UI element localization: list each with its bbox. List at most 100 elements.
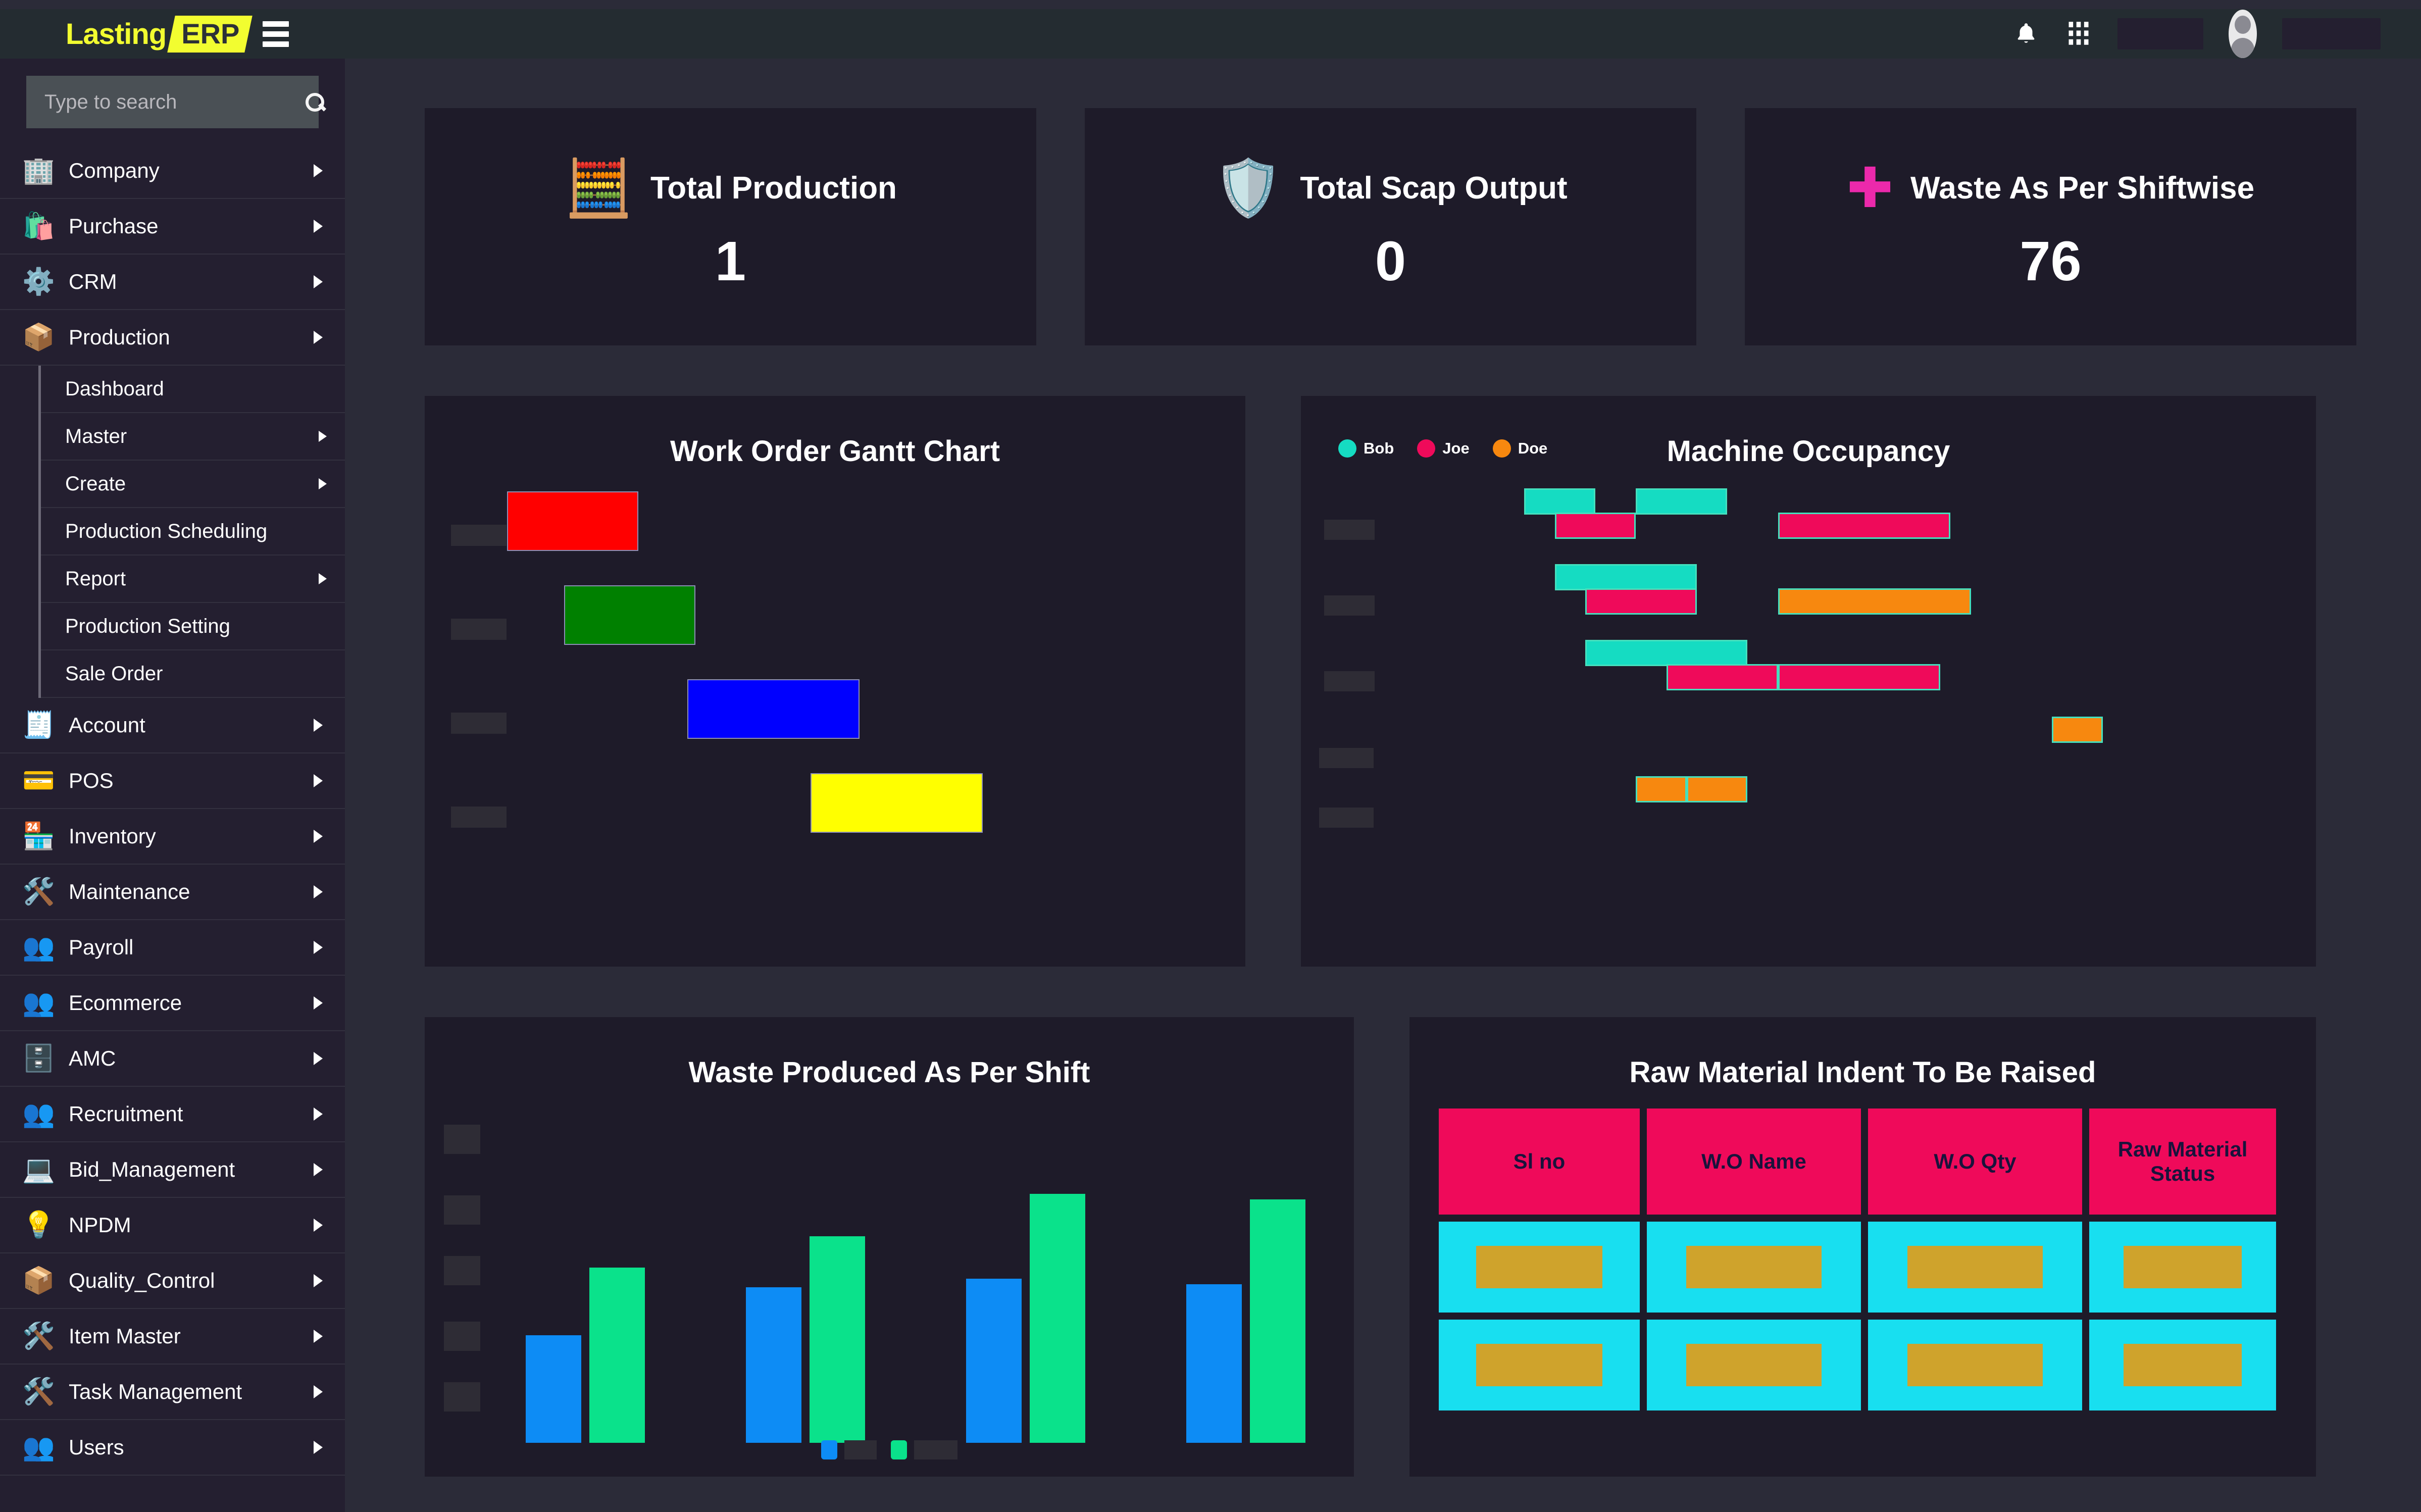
kpi-card-total-production[interactable]: 🧮 Total Production 1 [425, 108, 1036, 345]
kpi-value: 0 [1375, 230, 1406, 292]
submenu-item-dashboard[interactable]: Dashboard [41, 366, 345, 413]
waste-bar[interactable] [966, 1279, 1022, 1443]
sidebar-item-payroll[interactable]: 👥 Payroll [0, 920, 345, 976]
production-icon: 📦 [22, 323, 55, 352]
app-logo[interactable]: Lasting ERP [66, 15, 253, 53]
submenu-item-production-setting[interactable]: Production Setting [41, 603, 345, 650]
table-cell [2089, 1320, 2276, 1410]
quality-control-icon: 📦 [22, 1266, 55, 1295]
occupancy-bar[interactable] [1666, 664, 1778, 690]
gantt-bar[interactable] [507, 491, 638, 551]
submenu-item-label: Production Scheduling [65, 520, 268, 542]
sidebar-item-production[interactable]: 📦 Production [0, 310, 345, 366]
submenu-item-master[interactable]: Master [41, 413, 345, 461]
waste-bar[interactable] [589, 1267, 645, 1443]
search-box[interactable] [26, 76, 324, 128]
gantt-bar[interactable] [564, 585, 696, 645]
kpi-header: 🧮 Total Production [564, 160, 897, 216]
submenu-item-label: Create [65, 472, 126, 495]
submenu-item-create[interactable]: Create [41, 461, 345, 508]
sidebar-item-inventory[interactable]: 🏪 Inventory [0, 809, 345, 865]
chevron-right-icon [314, 1107, 323, 1121]
kpi-card-total-scap-output[interactable]: 🛡️ Total Scap Output 0 [1085, 108, 1696, 345]
sidebar-item-task-management[interactable]: 🛠️ Task Management [0, 1365, 345, 1420]
legend-item-doe[interactable]: Doe [1492, 439, 1548, 458]
waste-legend-item[interactable] [821, 1440, 877, 1459]
sidebar-item-label: Company [69, 159, 160, 182]
sidebar-item-purchase[interactable]: 🛍️ Purchase [0, 199, 345, 255]
sidebar-item-pos[interactable]: 💳 POS [0, 753, 345, 809]
legend-label: Doe [1518, 439, 1548, 457]
occupancy-bar[interactable] [1554, 513, 1636, 539]
submenu-item-sale-order[interactable]: Sale Order [41, 650, 345, 698]
sidebar-item-item-master[interactable]: 🛠️ Item Master [0, 1309, 345, 1365]
occupancy-bar[interactable] [2052, 717, 2103, 743]
waste-axis-tick-redacted [444, 1382, 480, 1412]
waste-bar[interactable] [810, 1236, 865, 1443]
kpi-title: Total Production [650, 171, 897, 206]
occupancy-bar[interactable] [1686, 776, 1748, 802]
submenu-item-label: Dashboard [65, 377, 164, 400]
gantt-bar[interactable] [687, 679, 860, 739]
table-cell-redacted-value [2124, 1245, 2242, 1289]
sidebar-menu: 🏢 Company 🛍️ Purchase ⚙️ CRM 📦 Production Dashbo… [0, 143, 345, 1476]
raw-material-indent-panel: Raw Material Indent To Be Raised Sl no W.… [1409, 1017, 2316, 1477]
kpi-card-waste-as-per-shiftwise[interactable]: ✚ Waste As Per Shiftwise 76 [1745, 108, 2356, 345]
sidebar-item-quality-control[interactable]: 📦 Quality_Control [0, 1253, 345, 1309]
occupancy-bar[interactable] [1524, 488, 1595, 515]
avatar[interactable] [2229, 10, 2257, 58]
submenu-item-production-scheduling[interactable]: Production Scheduling [41, 508, 345, 556]
sidebar-item-users[interactable]: 👥 Users [0, 1420, 345, 1476]
waste-legend-item[interactable] [891, 1440, 957, 1459]
table-row[interactable] [1439, 1320, 2287, 1410]
waste-as-per-shiftwise-icon: ✚ [1846, 157, 1894, 219]
occupancy-bar[interactable] [1585, 640, 1748, 666]
chevron-right-icon [314, 996, 323, 1010]
submenu-item-label: Sale Order [65, 662, 163, 685]
occupancy-bar[interactable] [1554, 564, 1697, 590]
kpi-card-row: 🧮 Total Production 1 🛡️ Total Scap Output 0 ✚ W… [345, 59, 2421, 345]
occupancy-bar[interactable] [1636, 488, 1728, 515]
waste-bar[interactable] [1030, 1194, 1085, 1443]
company-icon: 🏢 [22, 156, 55, 185]
legend-label: Bob [1364, 439, 1394, 457]
occupancy-bar[interactable] [1778, 513, 1951, 539]
legend-item-bob[interactable]: Bob [1338, 439, 1394, 458]
occupancy-bar[interactable] [1636, 776, 1687, 802]
table-cell [1868, 1222, 2082, 1313]
waste-bar[interactable] [1250, 1199, 1305, 1443]
bell-icon[interactable] [2012, 20, 2040, 47]
hamburger-menu-icon[interactable] [263, 21, 289, 47]
sidebar-item-label: Production [69, 325, 170, 349]
sidebar-item-bid-management[interactable]: 💻 Bid_Management [0, 1142, 345, 1198]
occupancy-bar[interactable] [1778, 588, 1971, 615]
gantt-row-label-redacted [451, 619, 507, 640]
search-input[interactable] [26, 90, 305, 114]
sidebar-item-npdm[interactable]: 💡 NPDM [0, 1198, 345, 1253]
sidebar-item-recruitment[interactable]: 👥 Recruitment [0, 1087, 345, 1142]
waste-bar[interactable] [1186, 1284, 1242, 1443]
crm-icon: ⚙️ [22, 267, 55, 296]
legend-item-joe[interactable]: Joe [1417, 439, 1470, 458]
grid-icon[interactable] [2065, 20, 2092, 47]
sidebar-item-crm[interactable]: ⚙️ CRM [0, 255, 345, 310]
sidebar-item-company[interactable]: 🏢 Company [0, 143, 345, 199]
sidebar-item-amc[interactable]: 🗄️ AMC [0, 1031, 345, 1087]
occupancy-bar[interactable] [1778, 664, 1941, 690]
table-row[interactable] [1439, 1222, 2287, 1313]
header-redacted-text-1 [2117, 18, 2203, 49]
waste-bar[interactable] [746, 1287, 801, 1443]
top-bar: Lasting ERP [0, 9, 2421, 59]
chevron-right-icon [314, 275, 323, 288]
sidebar-item-account[interactable]: 🧾 Account [0, 698, 345, 753]
sidebar-item-maintenance[interactable]: 🛠️ Maintenance [0, 865, 345, 920]
submenu-item-report[interactable]: Report [41, 556, 345, 603]
occupancy-bar[interactable] [1585, 588, 1697, 615]
waste-bar[interactable] [526, 1335, 581, 1443]
sidebar-item-label: Users [69, 1435, 124, 1459]
sidebar-item-ecommerce[interactable]: 👥 Ecommerce [0, 976, 345, 1031]
gantt-plot-area [425, 468, 1245, 923]
occupancy-plot-area [1301, 468, 2316, 923]
gantt-bar[interactable] [810, 773, 983, 833]
legend-swatch-icon [1492, 439, 1511, 458]
